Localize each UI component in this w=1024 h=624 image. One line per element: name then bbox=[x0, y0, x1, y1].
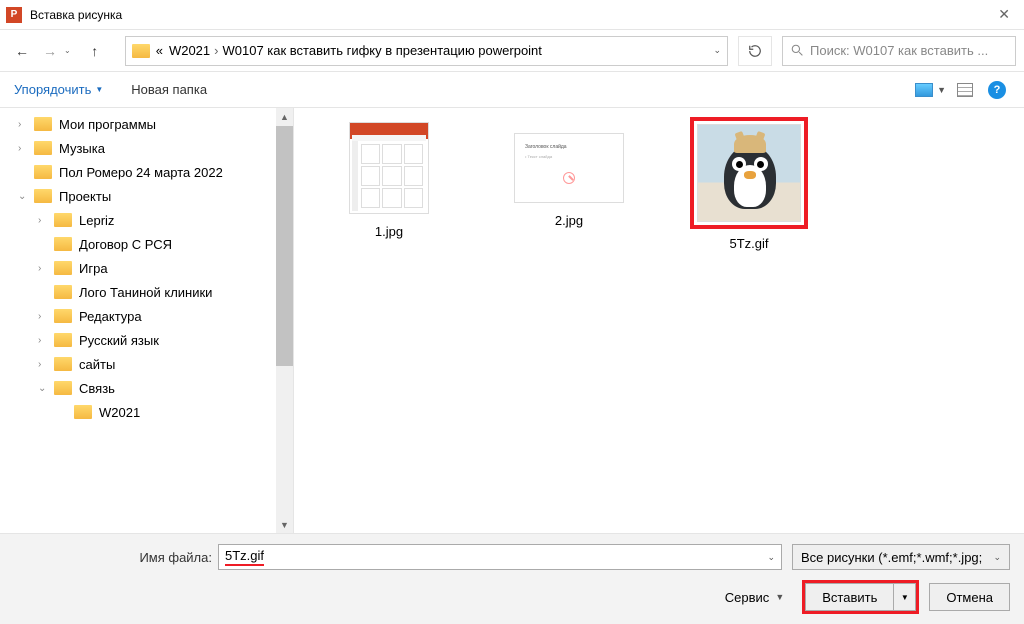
filename-input[interactable]: 5Tz.gif ⌄ bbox=[218, 544, 782, 570]
tree-item[interactable]: Договор С РСЯ bbox=[0, 232, 293, 256]
tree-item[interactable]: ⌄Проекты bbox=[0, 184, 293, 208]
folder-icon bbox=[54, 237, 72, 251]
folder-icon bbox=[54, 285, 72, 299]
chevron-right-icon: › bbox=[214, 43, 218, 58]
breadcrumb-1[interactable]: W2021 bbox=[169, 43, 210, 58]
tree-item[interactable]: Лого Таниной клиники bbox=[0, 280, 293, 304]
folder-icon bbox=[34, 189, 52, 203]
breadcrumb-prefix: « bbox=[156, 43, 163, 58]
folder-icon bbox=[34, 165, 52, 179]
up-one-level-button[interactable]: ↑ bbox=[81, 37, 109, 65]
tree-item[interactable]: ›Русский язык bbox=[0, 328, 293, 352]
insert-button[interactable]: Вставить bbox=[805, 583, 894, 611]
folder-icon bbox=[34, 117, 52, 131]
scroll-thumb[interactable] bbox=[276, 126, 293, 366]
address-bar[interactable]: « W2021 › W0107 как вставить гифку в пре… bbox=[125, 36, 728, 66]
refresh-button[interactable] bbox=[738, 36, 772, 66]
tree-item[interactable]: ›Lepriz bbox=[0, 208, 293, 232]
file-thumbnail bbox=[697, 124, 801, 222]
file-name: 1.jpg bbox=[375, 224, 403, 239]
view-dropdown-icon[interactable]: ▼ bbox=[937, 85, 946, 95]
scroll-down-icon[interactable]: ▼ bbox=[276, 516, 293, 533]
folder-tree: ›Мои программы ›Музыка Пол Ромеро 24 мар… bbox=[0, 108, 294, 533]
file-thumbnail bbox=[349, 122, 429, 214]
address-dropdown-icon[interactable]: ⌄ bbox=[713, 45, 721, 56]
folder-icon bbox=[132, 44, 150, 58]
file-item[interactable]: 1.jpg bbox=[324, 122, 454, 239]
search-input[interactable]: Поиск: W0107 как вставить ... bbox=[782, 36, 1016, 66]
folder-icon bbox=[54, 381, 72, 395]
tree-item[interactable]: W2021 bbox=[0, 400, 293, 424]
details-pane-button[interactable] bbox=[952, 79, 978, 101]
search-placeholder: Поиск: W0107 как вставить ... bbox=[810, 43, 988, 58]
folder-icon bbox=[54, 261, 72, 275]
tree-item[interactable]: ›Игра bbox=[0, 256, 293, 280]
chevron-down-icon: ⌄ bbox=[993, 552, 1001, 563]
scrollbar[interactable]: ▲ ▼ bbox=[276, 108, 293, 533]
tree-item[interactable]: ›Мои программы bbox=[0, 112, 293, 136]
powerpoint-app-icon: P bbox=[6, 7, 22, 23]
folder-icon bbox=[54, 213, 72, 227]
tools-menu[interactable]: Сервис▼ bbox=[725, 590, 784, 605]
tree-item[interactable]: ⌄Связь bbox=[0, 376, 293, 400]
insert-button-group: Вставить ▼ bbox=[802, 580, 919, 614]
scroll-up-icon[interactable]: ▲ bbox=[276, 108, 293, 125]
window-title: Вставка рисунка bbox=[30, 8, 990, 22]
tree-item[interactable]: ›Музыка bbox=[0, 136, 293, 160]
file-list: 1.jpg Заголовок слайда• Текст слайда 2.j… bbox=[294, 108, 1024, 533]
tree-item[interactable]: ›Редактура bbox=[0, 304, 293, 328]
file-item-selected[interactable]: 5Tz.gif bbox=[684, 122, 814, 253]
file-name: 5Tz.gif bbox=[729, 236, 768, 251]
forward-button[interactable]: → bbox=[36, 37, 64, 65]
folder-icon bbox=[54, 309, 72, 323]
folder-icon bbox=[54, 333, 72, 347]
view-mode-button[interactable] bbox=[911, 79, 937, 101]
file-item[interactable]: Заголовок слайда• Текст слайда 2.jpg bbox=[504, 122, 634, 228]
file-thumbnail: Заголовок слайда• Текст слайда bbox=[514, 133, 624, 203]
back-button[interactable]: ← bbox=[8, 37, 36, 65]
tree-item[interactable]: ›сайты bbox=[0, 352, 293, 376]
history-dropdown-icon[interactable]: ⌄ bbox=[64, 46, 71, 55]
file-name: 2.jpg bbox=[555, 213, 583, 228]
folder-icon bbox=[74, 405, 92, 419]
filename-label: Имя файла: bbox=[14, 550, 212, 565]
new-folder-button[interactable]: Новая папка bbox=[131, 82, 207, 97]
organize-menu[interactable]: Упорядочить▼ bbox=[14, 82, 103, 97]
folder-icon bbox=[34, 141, 52, 155]
chevron-down-icon[interactable]: ⌄ bbox=[767, 552, 775, 563]
insert-dropdown-button[interactable]: ▼ bbox=[894, 583, 916, 611]
file-type-filter[interactable]: Все рисунки (*.emf;*.wmf;*.jpg; ⌄ bbox=[792, 544, 1010, 570]
tree-item[interactable]: Пол Ромеро 24 марта 2022 bbox=[0, 160, 293, 184]
close-icon[interactable]: ✕ bbox=[990, 6, 1018, 23]
cancel-button[interactable]: Отмена bbox=[929, 583, 1010, 611]
folder-icon bbox=[54, 357, 72, 371]
help-button[interactable]: ? bbox=[984, 79, 1010, 101]
breadcrumb-2[interactable]: W0107 как вставить гифку в презентацию p… bbox=[222, 43, 541, 58]
